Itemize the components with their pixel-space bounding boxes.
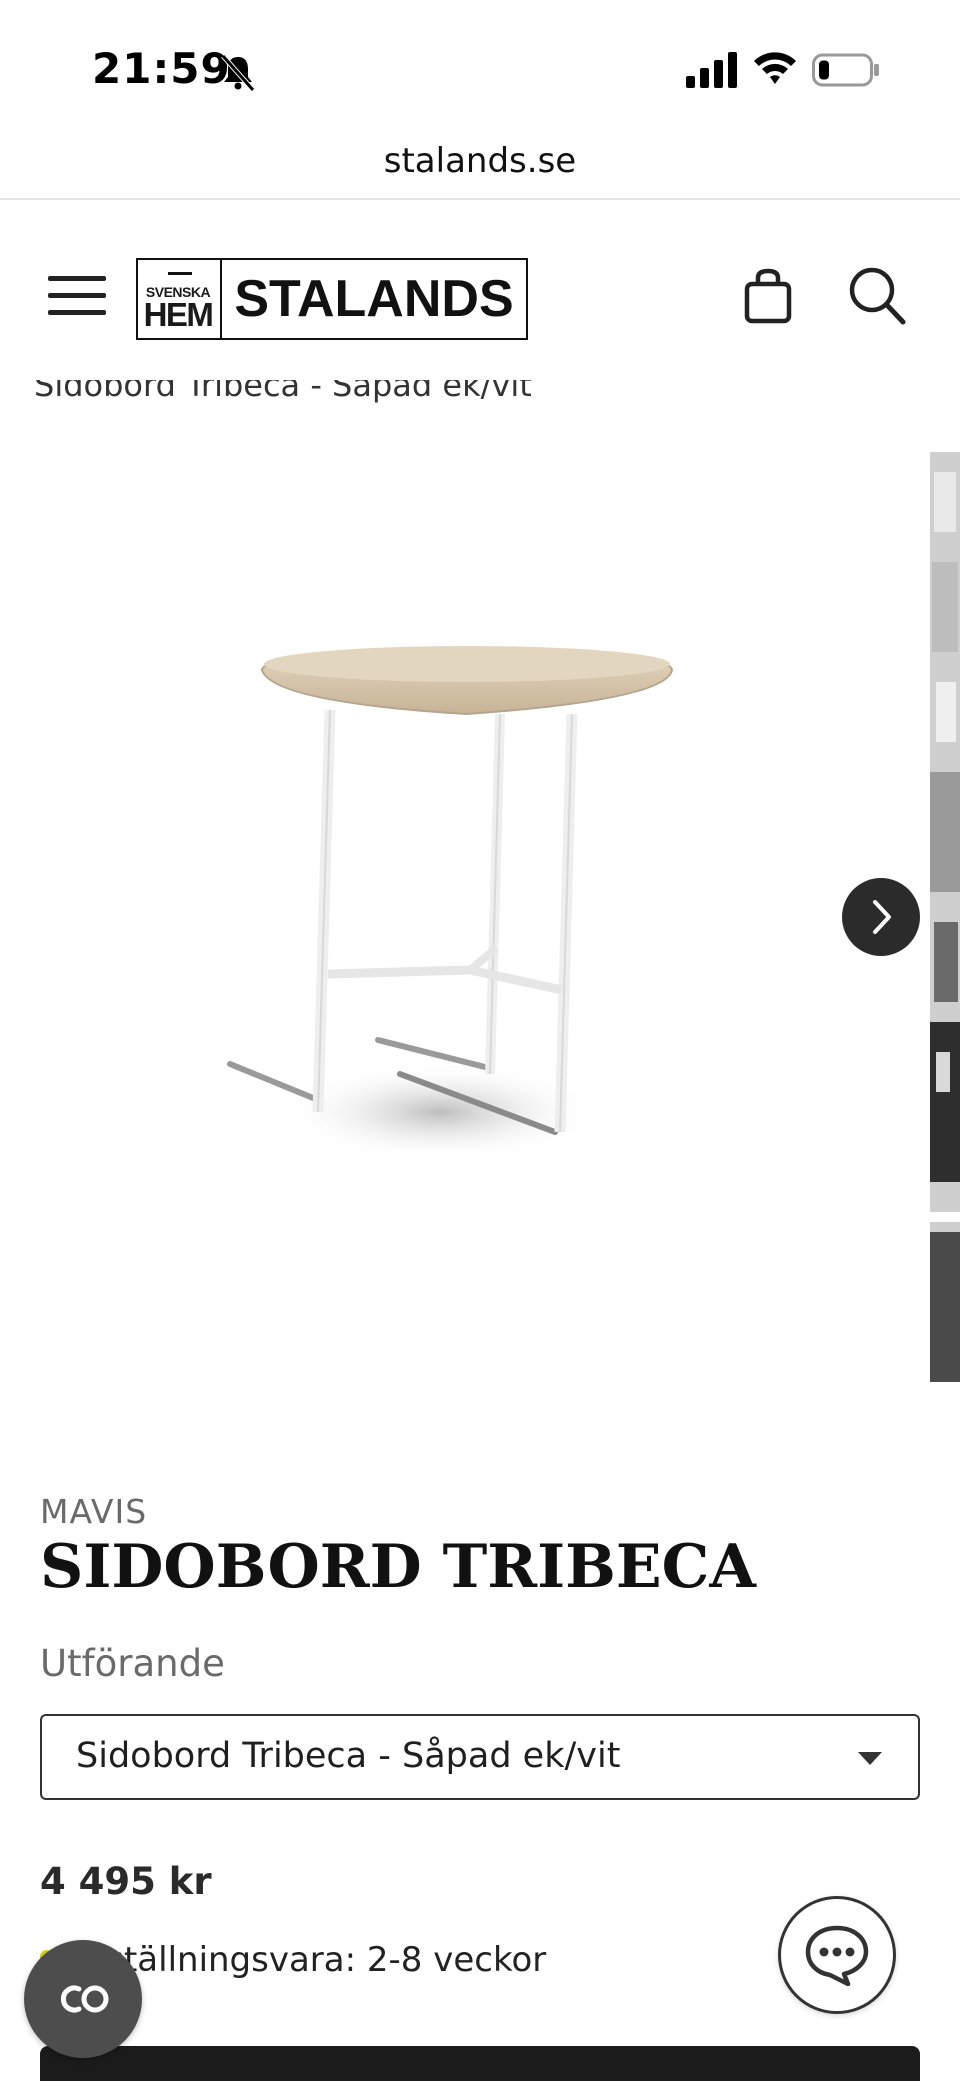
variant-label: Utförande xyxy=(40,1642,225,1685)
cookie-settings-button[interactable] xyxy=(24,1940,142,2058)
logo-badge: SVENSKA HEM xyxy=(138,260,222,338)
variant-selected-value: Sidobord Tribeca - Såpad ek/vit xyxy=(76,1736,621,1776)
caret-down-icon xyxy=(858,1752,882,1765)
logo-brand-text: STALANDS xyxy=(234,270,514,328)
site-logo[interactable]: SVENSKA HEM STALANDS xyxy=(136,258,528,340)
url-text[interactable]: stalands.se xyxy=(384,141,576,181)
add-to-cart-button[interactable] xyxy=(40,2046,920,2081)
shopping-bag-icon[interactable] xyxy=(744,268,792,324)
next-image-button[interactable] xyxy=(842,878,920,956)
logo-dash xyxy=(168,272,192,275)
status-time: 21:59 xyxy=(92,44,231,93)
stone-wall-image xyxy=(930,452,960,1382)
chat-bubble-icon xyxy=(805,1925,869,1986)
product-brand[interactable]: MAVIS xyxy=(40,1492,147,1531)
battery-icon xyxy=(812,53,879,87)
wifi-icon xyxy=(754,52,796,84)
variant-select[interactable]: Sidobord Tribeca - Såpad ek/vit xyxy=(40,1714,920,1800)
search-icon[interactable] xyxy=(848,266,906,326)
bell-slash-icon xyxy=(221,54,255,92)
chat-button[interactable] xyxy=(778,1896,896,2014)
breadcrumb: Sidobord Tribeca - Såpad ek/vit xyxy=(0,380,960,412)
menu-icon[interactable] xyxy=(48,274,108,318)
product-gallery[interactable] xyxy=(0,452,960,1382)
cookie-settings-icon xyxy=(60,1985,109,2013)
site-header: SVENSKA HEM STALANDS xyxy=(0,200,960,396)
next-image-preview[interactable] xyxy=(930,452,960,1382)
breadcrumb-current[interactable]: Sidobord Tribeca - Såpad ek/vit xyxy=(34,380,532,404)
product-title: SIDOBORD TRIBECA xyxy=(40,1532,756,1602)
status-bar: 21:59 xyxy=(0,0,960,130)
cellular-signal-icon xyxy=(686,52,737,88)
product-price: 4 495 kr xyxy=(40,1860,212,1903)
logo-hem-text: HEM xyxy=(143,296,214,333)
address-bar[interactable]: stalands.se xyxy=(0,132,960,198)
chevron-right-icon xyxy=(873,900,891,934)
side-table-image[interactable] xyxy=(0,452,930,1382)
